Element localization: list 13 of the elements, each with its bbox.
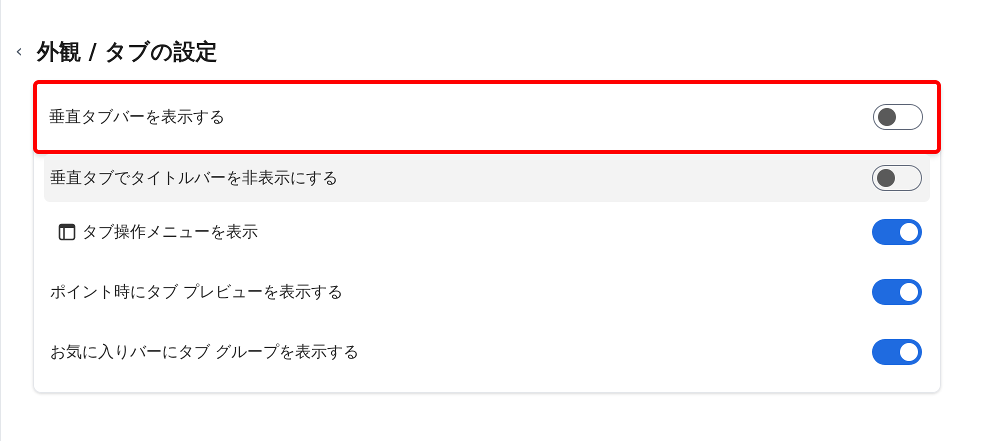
toggle-switch[interactable] — [872, 219, 922, 245]
setting-label: ポイント時にタブ プレビューを表示する — [50, 281, 344, 303]
page-title: 外観 / タブの設定 — [37, 38, 218, 66]
setting-label: 垂直タブバーを表示する — [49, 106, 225, 128]
sidebar-panel-icon — [58, 223, 76, 241]
toggle-switch[interactable] — [872, 279, 922, 305]
toggle-switch[interactable] — [873, 104, 923, 130]
setting-label: タブ操作メニューを表示 — [82, 221, 258, 243]
setting-label: 垂直タブでタイトルバーを非表示にする — [50, 167, 338, 189]
back-button[interactable]: ‹ — [11, 43, 27, 61]
toggle-switch[interactable] — [872, 339, 922, 365]
setting-label: お気に入りバーにタブ グループを表示する — [50, 341, 360, 363]
toggle-switch[interactable] — [872, 165, 922, 191]
